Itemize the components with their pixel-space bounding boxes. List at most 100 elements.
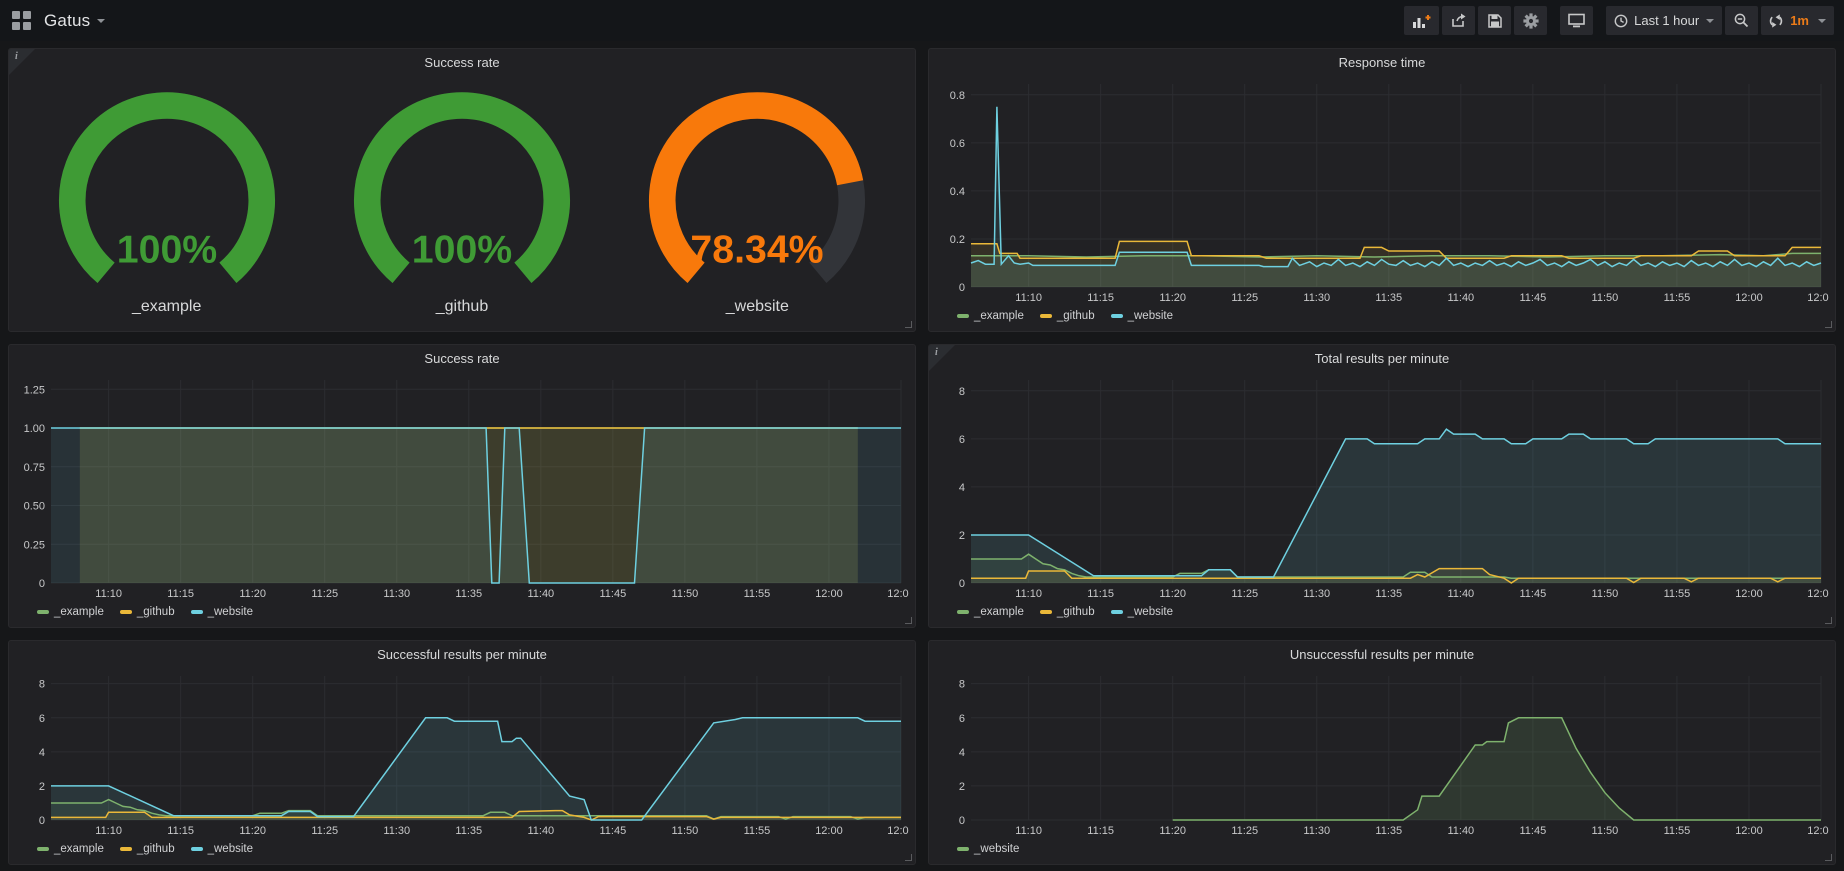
panel-resize-handle[interactable] [905, 617, 912, 624]
save-button[interactable] [1478, 6, 1511, 35]
svg-text:11:10: 11:10 [1015, 825, 1042, 837]
svg-text:78.34%: 78.34% [691, 227, 824, 271]
panel-resize-handle[interactable] [905, 854, 912, 861]
svg-text:11:15: 11:15 [1087, 292, 1114, 304]
legend-item-website[interactable]: _website [191, 843, 253, 855]
svg-text:11:40: 11:40 [527, 825, 554, 837]
panel-resize-handle[interactable] [1825, 321, 1832, 328]
svg-text:11:35: 11:35 [1375, 588, 1402, 600]
svg-text:0: 0 [959, 282, 965, 294]
svg-text:11:20: 11:20 [1159, 825, 1186, 837]
dashboard-title[interactable]: Gatus [44, 11, 105, 31]
chevron-down-icon [1706, 19, 1714, 23]
legend-item-website[interactable]: _website [1111, 310, 1173, 322]
svg-text:11:35: 11:35 [455, 588, 482, 600]
success-rate-chart[interactable]: 00.250.500.751.001.2511:1011:1511:2011:2… [15, 371, 909, 601]
legend-item-github[interactable]: _github [1040, 310, 1095, 322]
svg-text:11:15: 11:15 [167, 588, 194, 600]
gauge-example: 100% _example [33, 87, 301, 316]
svg-text:11:40: 11:40 [1447, 825, 1474, 837]
svg-text:11:35: 11:35 [1375, 292, 1402, 304]
chart-legend: _example _github _website [935, 601, 1829, 623]
svg-text:12:00: 12:00 [1735, 292, 1763, 304]
svg-text:11:20: 11:20 [1159, 292, 1186, 304]
svg-text:0.2: 0.2 [950, 234, 965, 246]
svg-text:4: 4 [39, 747, 45, 759]
svg-text:11:50: 11:50 [1592, 825, 1619, 837]
panel-title[interactable]: Successful results per minute [377, 647, 547, 662]
gear-icon [1523, 13, 1539, 29]
legend-item-example[interactable]: _example [37, 843, 104, 855]
svg-text:11:20: 11:20 [239, 588, 266, 600]
panel-title[interactable]: Response time [1339, 55, 1426, 70]
legend-item-example[interactable]: _example [37, 606, 104, 618]
zoom-out-icon [1734, 13, 1749, 28]
legend-swatch [37, 847, 49, 851]
panel-info-corner[interactable] [929, 345, 955, 371]
legend-swatch [191, 847, 203, 851]
legend-item-example[interactable]: _example [957, 606, 1024, 618]
legend-item-website[interactable]: _website [1111, 606, 1173, 618]
gauge-label: _example [132, 298, 201, 316]
legend-item-website[interactable]: _website [191, 606, 253, 618]
svg-text:12:05: 12:05 [887, 825, 909, 837]
svg-text:11:10: 11:10 [95, 825, 122, 837]
monitor-icon [1568, 13, 1585, 28]
svg-text:11:10: 11:10 [1015, 292, 1042, 304]
svg-text:11:50: 11:50 [1592, 588, 1619, 600]
legend-item-example[interactable]: _example [957, 310, 1024, 322]
svg-text:12:05: 12:05 [1807, 825, 1829, 837]
zoom-out-button[interactable] [1725, 6, 1758, 35]
panel-resize-handle[interactable] [1825, 854, 1832, 861]
svg-text:12:05: 12:05 [1807, 588, 1829, 600]
svg-text:2: 2 [959, 781, 965, 793]
refresh-button[interactable]: 1m [1761, 6, 1834, 35]
svg-text:11:45: 11:45 [1520, 825, 1547, 837]
svg-text:8: 8 [39, 679, 45, 691]
panel-title[interactable]: Unsuccessful results per minute [1290, 647, 1474, 662]
svg-text:11:55: 11:55 [744, 588, 771, 600]
panel-resize-handle[interactable] [1825, 617, 1832, 624]
svg-text:4: 4 [959, 747, 965, 759]
legend-swatch [1111, 610, 1123, 614]
panel-resize-handle[interactable] [905, 321, 912, 328]
share-button[interactable] [1442, 6, 1475, 35]
add-panel-button[interactable] [1404, 6, 1439, 35]
save-icon [1488, 14, 1502, 28]
chart-legend: _example _github _website [15, 601, 909, 623]
refresh-icon [1769, 14, 1783, 28]
response-time-chart[interactable]: 00.20.40.60.811:1011:1511:2011:2511:3011… [935, 75, 1829, 305]
svg-text:12:00: 12:00 [1735, 588, 1763, 600]
settings-button[interactable] [1514, 6, 1547, 35]
successful-results-chart[interactable]: 0246811:1011:1511:2011:2511:3011:3511:40… [15, 667, 909, 838]
legend-item-website[interactable]: _website [957, 843, 1019, 855]
dashboard-picker-icon[interactable] [12, 11, 31, 30]
svg-text:0: 0 [39, 578, 45, 590]
svg-text:11:10: 11:10 [95, 588, 122, 600]
svg-text:12:00: 12:00 [815, 825, 843, 837]
svg-text:0.6: 0.6 [950, 138, 965, 150]
svg-text:6: 6 [959, 434, 965, 446]
svg-text:11:25: 11:25 [311, 825, 338, 837]
svg-text:6: 6 [39, 713, 45, 725]
legend-item-github[interactable]: _github [120, 843, 175, 855]
refresh-interval-label: 1m [1790, 13, 1809, 28]
total-results-chart[interactable]: 0246811:1011:1511:2011:2511:3011:3511:40… [935, 371, 1829, 601]
legend-swatch [191, 610, 203, 614]
legend-item-github[interactable]: _github [1040, 606, 1095, 618]
unsuccessful-results-chart[interactable]: 0246811:1011:1511:2011:2511:3011:3511:40… [935, 667, 1829, 838]
gauge-label: _github [436, 298, 489, 316]
panel-title[interactable]: Success rate [424, 55, 499, 70]
svg-text:4: 4 [959, 482, 965, 494]
panel-info-corner[interactable] [9, 49, 35, 75]
svg-text:11:50: 11:50 [672, 588, 699, 600]
panel-title[interactable]: Success rate [424, 351, 499, 366]
legend-swatch [1040, 610, 1052, 614]
gauge-label: _website [726, 298, 789, 316]
legend-item-github[interactable]: _github [120, 606, 175, 618]
time-range-picker[interactable]: Last 1 hour [1606, 6, 1722, 35]
panel-title[interactable]: Total results per minute [1315, 351, 1449, 366]
svg-text:100%: 100% [412, 227, 512, 271]
tv-mode-button[interactable] [1560, 6, 1593, 35]
legend-series-name: _website [208, 843, 253, 855]
